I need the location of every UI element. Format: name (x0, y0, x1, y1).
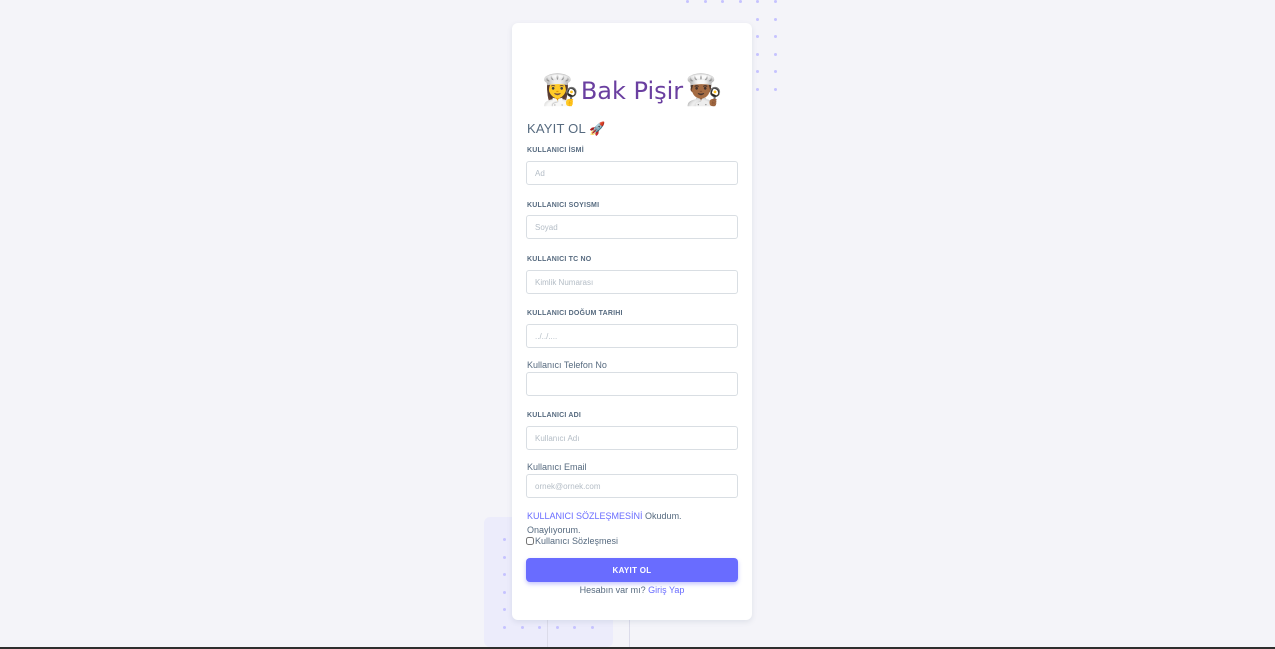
decorative-dot (756, 35, 760, 39)
agreement-checkbox-label: Kullanıcı Sözleşmesi (535, 536, 619, 546)
username-input[interactable] (527, 427, 737, 449)
login-prompt: Hesabın var mı? Giriş Yap (512, 585, 752, 595)
rocket-icon: 🚀 (589, 122, 606, 137)
agreement-link[interactable]: KULLANICI SÖZLEŞMESİNİ (527, 511, 643, 521)
form-title-text: KAYIT OL (527, 121, 586, 136)
decorative-dot (756, 17, 760, 21)
username-label: KULLANICI ADI (527, 412, 582, 419)
last-name-input[interactable] (527, 216, 737, 238)
decorative-dot (756, 52, 760, 56)
last-name-label: KULLANICI SOYISMI (527, 202, 600, 209)
birth-date-label: KULLANICI DOĞUM TARIHI (527, 310, 623, 317)
decorative-dot (774, 17, 777, 21)
decorative-dot (503, 538, 506, 541)
tc-no-field-wrap (526, 270, 738, 294)
email-field-wrap (526, 474, 738, 498)
login-link[interactable]: Giriş Yap (648, 585, 684, 595)
decorative-dot (756, 0, 760, 3)
decorative-dot (721, 0, 725, 3)
register-button[interactable]: KAYIT OL (526, 558, 738, 582)
phone-input[interactable] (527, 373, 737, 395)
decorative-dot (591, 626, 594, 629)
birth-date-input[interactable] (527, 325, 737, 347)
chef-man-icon: 👨🏾‍🍳 (685, 73, 723, 108)
birth-date-field-wrap (526, 324, 738, 348)
phone-field-wrap (526, 372, 738, 396)
brand-name: Bak Pişir (580, 77, 684, 105)
last-name-field-wrap (526, 215, 738, 239)
tc-no-input[interactable] (527, 271, 737, 293)
brand-logo[interactable]: 👩‍🍳 Bak Pişir 👨🏾‍🍳 (512, 71, 752, 111)
decorative-dot (686, 0, 689, 3)
decorative-dot (756, 70, 760, 74)
first-name-field-wrap (526, 161, 738, 185)
decorative-dot (756, 88, 760, 91)
decorative-dot (703, 0, 707, 3)
agreement-text: KULLANICI SÖZLEŞMESİNİ Okudum. Onaylıyor… (527, 509, 727, 537)
first-name-label: KULLANICI İSMİ (527, 147, 584, 154)
register-card: 👩‍🍳 Bak Pişir 👨🏾‍🍳 KAYIT OL 🚀 KULLANICI … (512, 23, 752, 620)
agreement-checkbox[interactable] (526, 537, 534, 545)
decorative-dot (520, 626, 524, 629)
decorative-dot (774, 0, 777, 3)
decorative-dot (774, 52, 777, 56)
email-label: Kullanıcı Email (527, 462, 587, 472)
tc-no-label: KULLANICI TC NO (527, 256, 592, 263)
login-prompt-text: Hesabın var mı? (579, 585, 646, 595)
email-input[interactable] (527, 475, 737, 497)
decorative-dot (503, 626, 506, 629)
chef-woman-icon: 👩‍🍳 (541, 73, 579, 108)
decorative-dot (503, 590, 506, 594)
decorative-dot (774, 70, 777, 74)
decorative-dot (738, 0, 742, 3)
form-title: KAYIT OL 🚀 (527, 121, 606, 137)
decorative-dot (774, 35, 777, 39)
page: 👩‍🍳 Bak Pişir 👨🏾‍🍳 KAYIT OL 🚀 KULLANICI … (0, 0, 1275, 649)
agreement-checkbox-row[interactable]: Kullanıcı Sözleşmesi (526, 536, 618, 546)
decorative-dot (774, 88, 777, 91)
first-name-input[interactable] (527, 162, 737, 184)
phone-label: Kullanıcı Telefon No (527, 360, 607, 370)
username-field-wrap (526, 426, 738, 450)
decorative-dot (503, 555, 506, 559)
decorative-dot (555, 626, 559, 629)
